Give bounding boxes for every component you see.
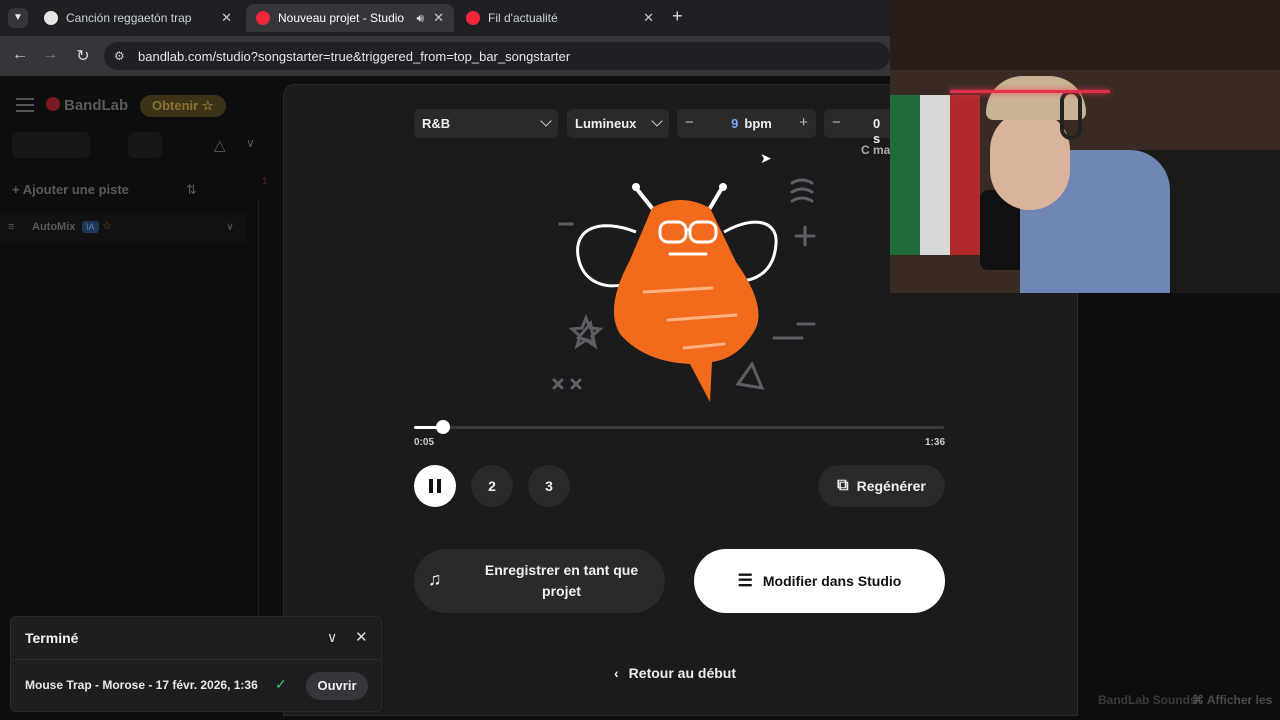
show-shortcuts-link[interactable]: ⌘ Afficher les	[1192, 693, 1272, 707]
genre-select[interactable]: R&B	[414, 109, 558, 138]
duration-value: 0 s	[873, 116, 881, 146]
tab-title: Fil d'actualité	[488, 11, 558, 25]
current-time: 0:05	[414, 437, 435, 448]
minus-icon[interactable]: −	[832, 114, 841, 131]
get-membership-button[interactable]: Obtenir ☆	[140, 95, 226, 117]
bandlab-icon	[466, 11, 480, 25]
tab-cancion[interactable]: Canción reggaetón trap ✕	[34, 4, 242, 32]
music-note-add-icon: ♫	[428, 569, 442, 589]
close-icon[interactable]: ✕	[643, 10, 654, 26]
check-icon: ✓	[275, 676, 287, 692]
tab-fil-actualite[interactable]: Fil d'actualité ✕	[456, 4, 664, 32]
tab-title: Canción reggaetón trap	[66, 11, 192, 25]
plus-icon[interactable]: +	[799, 114, 808, 131]
duration-stepper[interactable]: − 0 s	[824, 109, 890, 146]
toolbar-placeholder	[128, 132, 162, 158]
open-button[interactable]: Ouvrir	[306, 672, 368, 700]
ruler-mark: 1	[262, 176, 268, 187]
close-icon[interactable]: ✕	[355, 628, 368, 646]
divider	[11, 659, 381, 660]
headphones	[1060, 90, 1082, 140]
back-to-start-label: Retour au début	[628, 665, 737, 681]
tracks-icon: ☰	[737, 571, 753, 590]
chevron-down-icon	[651, 115, 663, 127]
songstarter-bee-illustration	[552, 178, 816, 402]
bpm-unit: bpm	[744, 116, 772, 131]
webcam-overlay	[890, 0, 1280, 293]
export-item-label: Mouse Trap - Morose - 17 févr. 2026, 1:3…	[25, 678, 258, 692]
mexican-flag	[890, 95, 980, 255]
total-time: 1:36	[925, 437, 946, 448]
regenerate-button[interactable]: ⧉ Regénérer	[818, 465, 945, 507]
chevron-down-icon[interactable]: ∨	[226, 220, 234, 233]
hamburger-menu-icon[interactable]	[16, 98, 34, 112]
back-arrow-icon[interactable]: ←	[10, 46, 30, 64]
regenerate-label: Regénérer	[856, 478, 926, 494]
reload-icon[interactable]: ↻	[73, 46, 93, 66]
brand-name: BandLab	[64, 97, 129, 114]
track-tools-icon[interactable]: ⇅	[186, 182, 197, 198]
add-track-button[interactable]: + Ajouter une piste	[12, 182, 129, 197]
tab-nouveau-projet[interactable]: Nouveau projet - Studio 🔊︎ ✕	[246, 4, 454, 32]
variant-3-button[interactable]: 3	[528, 465, 570, 507]
variant-2-button[interactable]: 2	[471, 465, 513, 507]
chevron-left-icon: ‹	[614, 665, 619, 681]
back-to-start-link[interactable]: ‹ Retour au début	[614, 665, 736, 681]
bpm-value[interactable]: 9	[731, 116, 738, 131]
pause-button[interactable]	[414, 465, 456, 507]
toast-title: Terminé	[25, 630, 79, 646]
forward-arrow-icon[interactable]: →	[40, 46, 60, 64]
close-icon[interactable]: ✕	[433, 10, 444, 26]
metronome-icon[interactable]: △	[214, 136, 226, 154]
mood-value: Lumineux	[575, 116, 637, 131]
export-toast: Terminé ∨ ✕ Mouse Trap - Morose - 17 fév…	[10, 616, 382, 712]
mood-select[interactable]: Lumineux	[567, 109, 669, 138]
automix-sliders-icon: ≡	[8, 221, 15, 233]
minus-icon[interactable]: −	[685, 114, 694, 131]
bandlab-logo-icon	[46, 97, 60, 111]
chevron-down-icon[interactable]: ∨	[327, 629, 337, 646]
new-tab-plus-icon[interactable]: +	[672, 6, 683, 27]
close-icon[interactable]: ✕	[221, 10, 232, 26]
ai-badge: IA	[82, 221, 99, 233]
edit-in-studio-button[interactable]: ☰ Modifier dans Studio	[694, 549, 945, 613]
site-settings-icon[interactable]: ⚙	[114, 49, 125, 63]
tab-title: Nouveau projet - Studio	[278, 11, 405, 25]
ceiling	[890, 0, 1280, 70]
key-label: C ma	[861, 143, 891, 157]
dice-icon: ⧉	[837, 477, 849, 494]
url-field[interactable]: ⚙ bandlab.com/studio?songstarter=true&tr…	[104, 42, 890, 70]
url-text: bandlab.com/studio?songstarter=true&trig…	[138, 48, 571, 64]
chevron-down-icon	[540, 115, 552, 127]
edit-in-studio-label: Modifier dans Studio	[762, 573, 902, 589]
speaker-icon[interactable]: 🔊︎	[416, 11, 424, 26]
mouse-cursor-icon: ➤	[760, 150, 772, 166]
playhead-line	[258, 200, 259, 620]
save-as-project-label: Enregistrer en tant que projet	[484, 562, 639, 599]
chevron-down-icon[interactable]: ∨	[246, 136, 255, 150]
bpm-stepper[interactable]: − 9 bpm +	[677, 109, 816, 138]
bandlab-icon	[256, 11, 270, 25]
openai-icon	[44, 11, 58, 25]
bandlab-sounds-link[interactable]: BandLab Sounds	[1098, 693, 1197, 707]
save-as-project-button[interactable]: ♫ Enregistrer en tant que projet	[414, 549, 665, 613]
star-icon: ☆	[102, 220, 112, 232]
pause-icon	[429, 479, 441, 493]
toolbar-placeholder	[12, 132, 90, 158]
automix-label: AutoMix	[32, 221, 76, 233]
led-strip	[950, 90, 1110, 93]
genre-value: R&B	[422, 116, 451, 131]
tab-list-chevron-icon[interactable]: ▼	[8, 8, 28, 28]
face	[990, 110, 1070, 210]
progress-track[interactable]	[414, 426, 944, 429]
